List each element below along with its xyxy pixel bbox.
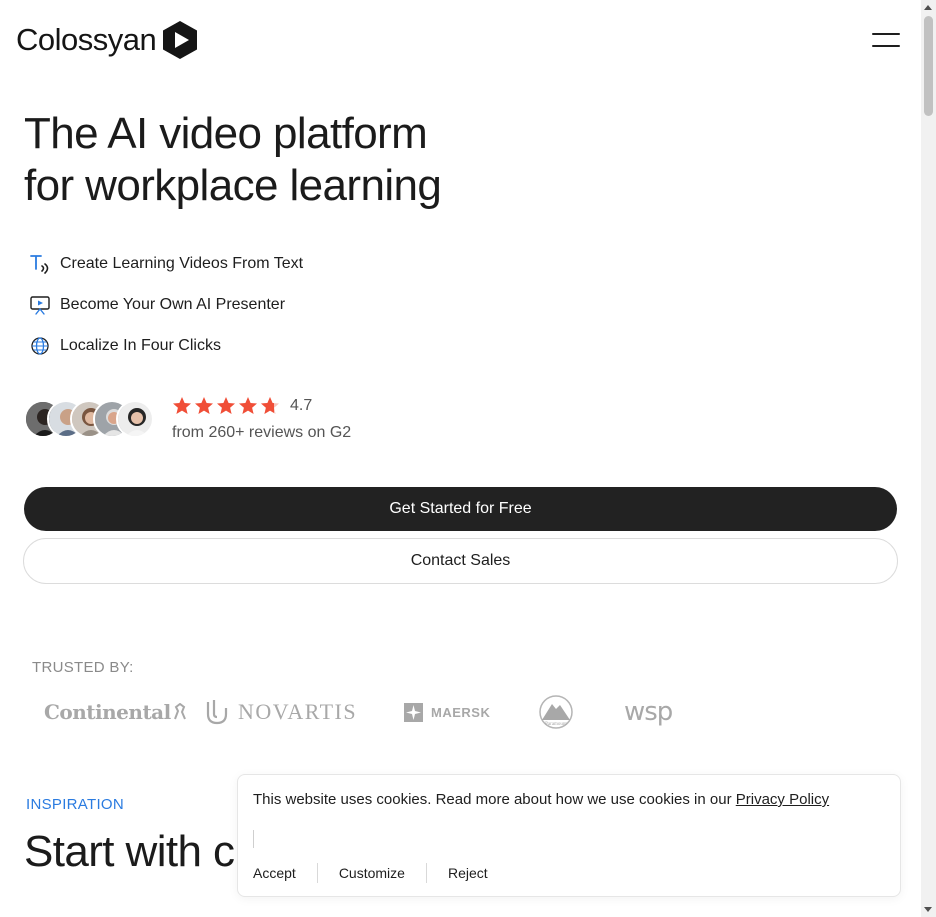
horse-icon [173, 703, 186, 720]
mountain-icon: Paramount [539, 695, 573, 729]
hero-title-line2: for workplace learning [24, 161, 442, 210]
feature-item: Localize In Four Clicks [28, 325, 303, 366]
cookie-message-text: This website uses cookies. Read more abo… [253, 791, 736, 808]
star-rating: 4.7 [172, 396, 312, 416]
page-scrollbar[interactable] [921, 0, 936, 917]
star-icon [173, 397, 191, 414]
trusted-by-label: TRUSTED BY: [32, 659, 134, 676]
scrollbar-thumb[interactable] [924, 16, 933, 116]
hamburger-icon [872, 33, 900, 35]
continental-logo: Continental [44, 692, 187, 732]
reject-cookies-button[interactable]: Reject [448, 865, 488, 881]
hero-title-line1: The AI video platform [24, 109, 428, 158]
feature-item: Become Your Own AI Presenter [28, 284, 303, 325]
get-started-button[interactable]: Get Started for Free [24, 487, 897, 531]
scroll-down-arrow-icon[interactable] [924, 907, 932, 912]
customize-cookies-button[interactable]: Customize [339, 865, 405, 881]
text-to-speech-icon [28, 252, 52, 276]
rating-score: 4.7 [290, 397, 313, 414]
logo[interactable]: Colossyan [16, 20, 200, 60]
hamburger-icon-line [872, 45, 900, 47]
feature-label: Localize In Four Clicks [60, 336, 221, 354]
globe-icon [28, 334, 52, 358]
logo-play-icon [163, 21, 198, 59]
site-header: Colossyan [0, 0, 921, 80]
action-separator [316, 863, 318, 883]
customer-logos: Continental NOVARTIS MAERSK Paramount ws… [44, 692, 684, 732]
paramount-logo: Paramount [536, 692, 576, 732]
privacy-policy-link[interactable]: Privacy Policy [736, 791, 829, 808]
accept-cookies-button[interactable]: Accept [253, 865, 296, 881]
review-count: from 260+ reviews on G2 [172, 424, 352, 441]
maersk-logo: MAERSK [404, 692, 490, 732]
presenter-icon [28, 293, 52, 317]
star-icon [217, 397, 235, 414]
star-half-icon [261, 397, 279, 414]
feature-label: Create Learning Videos From Text [60, 254, 304, 272]
feature-item: Create Learning Videos From Text [28, 243, 303, 284]
star-icon [239, 397, 257, 414]
cookie-message: This website uses cookies. Read more abo… [253, 791, 829, 808]
cookie-actions: Accept Customize Reject [253, 863, 488, 883]
avatar-group [24, 400, 164, 440]
maersk-logo-text: MAERSK [431, 704, 491, 720]
page: Colossyan The AI video platform for work… [0, 0, 921, 917]
novartis-logo: NOVARTIS [204, 692, 357, 732]
section-eyebrow: INSPIRATION [26, 796, 125, 813]
feature-list: Create Learning Videos From Text Become … [28, 243, 303, 366]
scroll-up-arrow-icon[interactable] [924, 5, 932, 10]
contact-sales-button[interactable]: Contact Sales [23, 538, 898, 584]
menu-button[interactable] [868, 28, 904, 52]
wsp-logo: wsp [624, 697, 673, 727]
logo-text: Colossyan [16, 22, 157, 57]
action-separator [425, 863, 427, 883]
novartis-logo-text: NOVARTIS [238, 699, 358, 724]
section-title: Start with c [24, 827, 235, 876]
cookie-divider [253, 830, 254, 848]
rating-block: 4.7 from 260+ reviews on G2 [24, 392, 444, 452]
maersk-star-icon [404, 702, 423, 722]
flame-icon [206, 700, 228, 725]
paramount-logo-text: Paramount [545, 722, 567, 727]
hero-title: The AI video platform for workplace lear… [24, 108, 544, 212]
star-icon [195, 397, 213, 414]
avatar [116, 400, 154, 438]
continental-logo-text: Continental [44, 700, 171, 724]
feature-label: Become Your Own AI Presenter [60, 295, 286, 313]
cookie-banner: This website uses cookies. Read more abo… [237, 774, 901, 897]
